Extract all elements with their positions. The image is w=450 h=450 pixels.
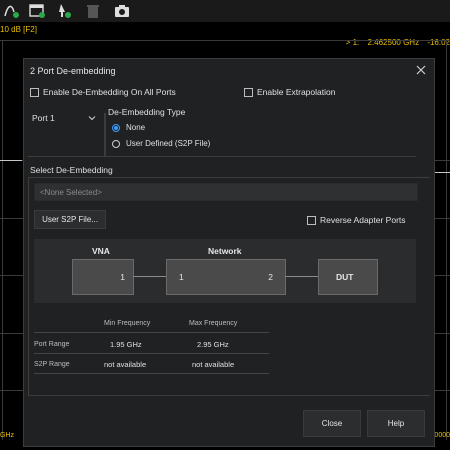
group-divider — [28, 177, 430, 178]
grid-line — [0, 40, 450, 41]
user-s2p-file-button[interactable]: User S2P File... — [34, 210, 106, 229]
network-label: Network — [208, 246, 242, 256]
network-port-left: 1 — [179, 272, 184, 282]
help-button[interactable]: Help — [367, 410, 425, 437]
trace-math-icon[interactable] — [3, 2, 21, 20]
dut-label: DUT — [336, 272, 354, 282]
chevron-down-icon — [88, 116, 96, 121]
checkbox-box[interactable] — [307, 215, 316, 225]
network-port-right: 2 — [268, 272, 273, 282]
grid-line — [446, 40, 447, 440]
group-divider — [104, 113, 106, 156]
table-header-min: Min Frequency — [104, 320, 151, 327]
dialog-title: 2 Port De-embedding — [30, 66, 116, 76]
port-select-value: Port 1 — [32, 113, 55, 123]
radio-button[interactable] — [112, 123, 120, 132]
radio-user-defined-label: User Defined (S2P File) — [126, 139, 211, 148]
checkbox-box[interactable] — [244, 87, 253, 97]
reverse-adapter-ports-label: Reverse Adapter Ports — [320, 215, 406, 225]
group-divider — [28, 156, 416, 157]
file-select-placeholder: <None Selected> — [40, 188, 102, 197]
table-divider — [34, 373, 269, 374]
enable-all-ports-label: Enable De-Embedding On All Ports — [43, 87, 176, 97]
table-row-label: Port Range — [34, 341, 70, 348]
camera-icon[interactable] — [113, 2, 131, 20]
connection-line — [285, 276, 318, 277]
grid-line — [2, 40, 3, 440]
radio-button[interactable] — [112, 139, 120, 148]
scale-label: 10 dB [F2] — [0, 25, 37, 34]
table-cell: not available — [104, 360, 147, 369]
network-block: 1 2 — [166, 259, 286, 295]
table-divider — [34, 332, 269, 333]
radio-user-defined[interactable]: User Defined (S2P File) — [112, 139, 210, 148]
enable-extrapolation-checkbox[interactable]: Enable Extrapolation — [244, 87, 335, 97]
de-embedding-diagram: VNA Network 1 1 2 DUT — [34, 239, 416, 303]
group-divider — [28, 395, 430, 396]
vna-port-number: 1 — [120, 272, 125, 282]
group-divider — [28, 177, 29, 395]
de-embedding-type-title: De-Embedding Type — [108, 107, 186, 117]
dut-block: DUT — [318, 259, 378, 295]
table-divider — [34, 353, 269, 354]
toolbar — [0, 0, 450, 22]
trash-icon[interactable] — [84, 2, 102, 20]
reverse-adapter-ports-checkbox[interactable]: Reverse Adapter Ports — [307, 215, 406, 225]
connection-line — [133, 276, 166, 277]
table-header-max: Max Frequency — [189, 320, 238, 327]
table-cell: 1.95 GHz — [110, 340, 142, 349]
vna-block: 1 — [72, 259, 134, 295]
table-row-label: S2P Range — [34, 361, 70, 368]
port-select[interactable]: Port 1 — [28, 109, 100, 127]
trace-line — [434, 172, 450, 173]
table-cell: not available — [192, 360, 235, 369]
marker-icon[interactable] — [56, 2, 74, 20]
select-de-embedding-title: Select De-Embedding — [30, 165, 113, 175]
radio-none-label: None — [126, 123, 146, 132]
radio-none[interactable]: None — [112, 123, 145, 132]
trace-line — [0, 160, 22, 161]
window-icon[interactable] — [28, 2, 46, 20]
vna-label: VNA — [92, 246, 110, 256]
de-embedding-dialog: 2 Port De-embedding Enable De-Embedding … — [23, 58, 435, 447]
close-icon[interactable] — [414, 63, 428, 77]
de-embedding-file-select[interactable]: <None Selected> — [34, 183, 418, 201]
checkbox-box[interactable] — [30, 87, 39, 97]
close-button[interactable]: Close — [303, 410, 361, 437]
enable-all-ports-checkbox[interactable]: Enable De-Embedding On All Ports — [30, 87, 176, 97]
table-cell: 2.95 GHz — [197, 340, 229, 349]
enable-extrapolation-label: Enable Extrapolation — [257, 87, 336, 97]
axis-start-label: GHz — [0, 432, 14, 439]
